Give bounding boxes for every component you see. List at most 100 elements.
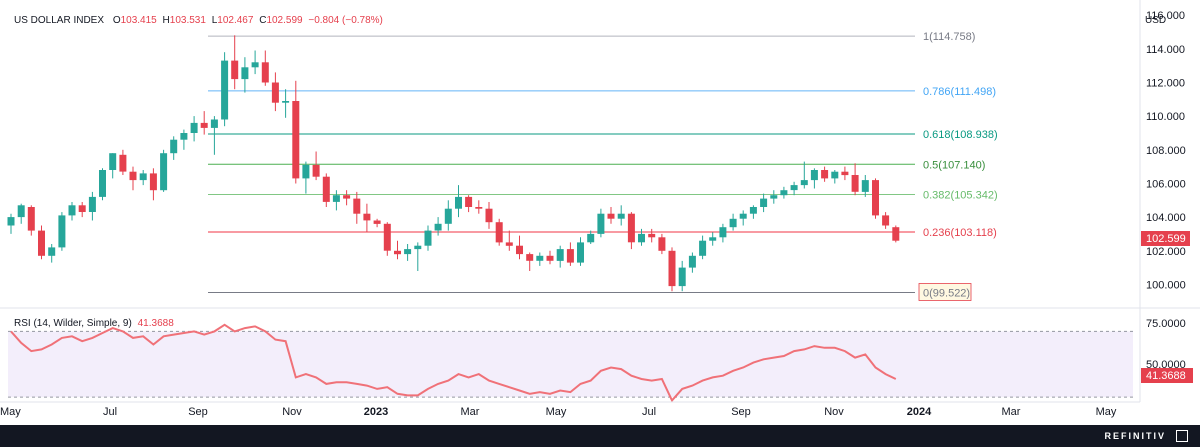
candle-body <box>678 267 686 287</box>
candle <box>831 170 839 184</box>
time-tick-label: May <box>546 406 567 418</box>
candle <box>739 210 747 226</box>
candle-body <box>516 245 523 255</box>
candle <box>719 223 727 243</box>
candle-body <box>475 207 483 209</box>
candle-body <box>210 119 218 128</box>
candle <box>170 136 178 160</box>
price-tick-label: 114.000 <box>1146 44 1185 56</box>
candle-body <box>424 230 432 246</box>
candle-body <box>607 213 615 219</box>
candle-body <box>882 215 890 226</box>
candle <box>729 213 737 231</box>
candle <box>180 129 188 150</box>
candle-body <box>48 247 56 256</box>
candle <box>841 166 849 181</box>
candle <box>790 181 798 196</box>
ohlc-open: 103.415 <box>120 15 157 26</box>
ohlc-low: 102.467 <box>217 15 254 26</box>
candle-body <box>241 67 249 80</box>
fib-label: 0.618(108.938) <box>923 129 998 141</box>
candle <box>282 89 290 118</box>
candle <box>414 242 422 271</box>
candle-body <box>322 176 330 202</box>
candle <box>749 205 757 219</box>
candle <box>27 205 35 236</box>
time-tick-label: May <box>1096 406 1117 418</box>
candle-body <box>38 230 45 256</box>
candle-body <box>231 60 239 80</box>
candle-body <box>749 207 757 214</box>
candle <box>465 195 473 213</box>
candle <box>373 218 381 228</box>
candle <box>566 242 574 266</box>
candle <box>760 193 768 213</box>
candle <box>861 175 869 197</box>
candle <box>221 52 229 127</box>
candle <box>505 230 513 251</box>
candle-body <box>282 101 290 103</box>
candle <box>78 202 86 218</box>
last-price-marker: 102.599 <box>1141 231 1190 246</box>
candle <box>709 232 717 246</box>
candle-body <box>343 195 351 199</box>
candle-body <box>99 170 106 197</box>
candle-body <box>455 196 462 209</box>
candle <box>271 72 279 112</box>
candle-body <box>149 173 157 191</box>
rsi-legend: RSI (14, Wilder, Simple, 9) 41.3688 <box>14 318 174 329</box>
candle <box>363 203 371 233</box>
candle <box>444 200 452 231</box>
candle-body <box>719 227 727 238</box>
candle <box>821 166 829 182</box>
candle <box>658 233 666 255</box>
candle <box>597 208 605 238</box>
candle <box>882 212 890 229</box>
candle <box>404 244 412 261</box>
candle <box>668 247 676 292</box>
candle-body <box>434 223 442 231</box>
fib-label: 0.382(105.342) <box>923 190 998 202</box>
rsi-params: (14, Wilder, Simple, 9) <box>33 318 132 329</box>
footer-bar: REFINITIV <box>0 425 1200 447</box>
candle <box>678 260 686 292</box>
price-tick-label: 112.000 <box>1146 78 1185 90</box>
candle-body <box>373 220 381 224</box>
rsi-tick-label: 75.0000 <box>1146 318 1186 330</box>
candle-body <box>627 213 635 243</box>
candle-body <box>444 208 452 224</box>
candle-body <box>688 255 696 268</box>
candle-body <box>271 82 279 103</box>
candle-body <box>587 233 595 243</box>
rsi-value: 41.3688 <box>137 318 174 329</box>
candle-body <box>353 198 361 214</box>
candle-body <box>861 180 869 192</box>
candle-body <box>170 139 178 154</box>
candle <box>495 218 503 246</box>
time-tick-label: 2023 <box>364 406 388 418</box>
candle <box>851 163 859 196</box>
candle <box>810 168 818 189</box>
candle <box>200 111 208 135</box>
fib-label: 1(114.758) <box>923 31 975 43</box>
candle <box>312 151 320 181</box>
candle <box>160 149 168 192</box>
candle <box>872 178 879 219</box>
candle-body <box>58 215 66 248</box>
candle <box>99 168 106 201</box>
candle-body <box>597 213 605 234</box>
candle-body <box>109 153 117 170</box>
price-legend: US DOLLAR INDEX O103.415 H103.531 L102.4… <box>14 15 383 26</box>
price-tick-label: 116.000 <box>1146 10 1185 22</box>
candle-body <box>617 213 625 219</box>
ohlc-high-label: H <box>162 15 170 26</box>
fib-label: 0.5(107.140) <box>923 159 985 171</box>
candle <box>485 202 493 229</box>
candle <box>648 228 656 243</box>
candle-body <box>841 171 849 176</box>
candle <box>7 213 15 234</box>
rsi-pane <box>8 323 1133 403</box>
candle-body <box>485 208 493 223</box>
candle <box>353 191 361 224</box>
candle <box>892 225 900 243</box>
